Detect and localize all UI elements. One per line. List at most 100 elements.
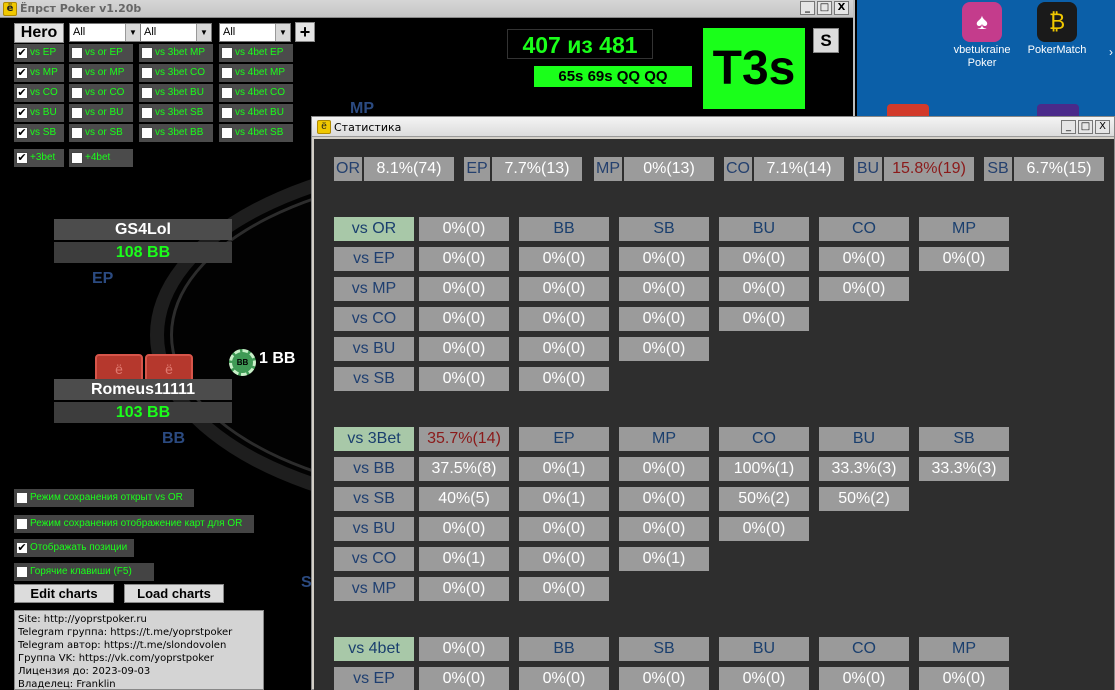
- taskbar-app-icon[interactable]: [1037, 104, 1079, 116]
- vs_3bet-cell: 0%(0): [419, 577, 509, 601]
- checkbox[interactable]: [16, 492, 28, 504]
- filter-vs-mp[interactable]: ✔ vs MP: [14, 64, 64, 82]
- checkbox[interactable]: [71, 87, 83, 99]
- vs_or-cell: 0%(0): [519, 337, 609, 361]
- filter-vs-or-mp[interactable]: vs or MP: [69, 64, 133, 82]
- chevron-down-icon: ▼: [275, 24, 290, 41]
- edit-charts-button[interactable]: Edit charts: [14, 584, 114, 603]
- filter-vs-or-ep[interactable]: vs or EP: [69, 44, 133, 62]
- close-button[interactable]: X: [834, 1, 849, 15]
- vs_3bet-header: CO: [719, 427, 809, 451]
- checkbox[interactable]: [71, 67, 83, 79]
- checkbox[interactable]: [141, 127, 153, 139]
- vs_or-cell: 0%(0): [619, 337, 709, 361]
- maximize-button[interactable]: □: [1078, 120, 1093, 134]
- stats-titlebar[interactable]: ё Статистика _ □ X: [312, 117, 1114, 137]
- close-button[interactable]: X: [1095, 120, 1110, 134]
- filter-vs-3bet-bu[interactable]: vs 3bet BU: [139, 84, 213, 102]
- load-charts-button[interactable]: Load charts: [124, 584, 224, 603]
- vs_3bet-cell: 0%(1): [519, 487, 609, 511]
- checkbox-checked[interactable]: ✔: [16, 127, 28, 139]
- checkbox[interactable]: [221, 47, 233, 59]
- checkbox-checked[interactable]: ✔: [16, 152, 28, 164]
- filter-vs-4bet-mp[interactable]: vs 4bet MP: [219, 64, 293, 82]
- checkbox[interactable]: [221, 67, 233, 79]
- vs_4bet-cell: 0%(0): [619, 667, 709, 690]
- checkbox[interactable]: [141, 87, 153, 99]
- vs_or-cell: 0%(0): [919, 247, 1009, 271]
- checkbox[interactable]: [221, 127, 233, 139]
- info-line: Telegram группа: https://t.me/yoprstpoke…: [18, 627, 233, 638]
- or-value: 0%(13): [624, 157, 714, 181]
- checkbox[interactable]: [141, 47, 153, 59]
- checkbox[interactable]: [71, 107, 83, 119]
- filter-vs-or-co[interactable]: vs or CO: [69, 84, 133, 102]
- filter-vs-3bet-co[interactable]: vs 3bet CO: [139, 64, 213, 82]
- filter-vs-or-bu[interactable]: vs or BU: [69, 104, 133, 122]
- add-button[interactable]: +: [295, 22, 315, 42]
- vs_or-cell: 0%(0): [719, 277, 809, 301]
- filter-plus-4bet[interactable]: +4bet: [69, 149, 133, 167]
- filter-vs-or-sb[interactable]: vs or SB: [69, 124, 133, 142]
- filter-vs-3bet-bb[interactable]: vs 3bet BB: [139, 124, 213, 142]
- maximize-button[interactable]: □: [817, 1, 832, 15]
- checkbox[interactable]: [71, 152, 83, 164]
- checkbox[interactable]: [16, 518, 28, 530]
- vs_3bet-row-label: vs SB: [334, 487, 414, 511]
- option-save-mode-or[interactable]: Режим сохранения открыт vs OR: [14, 489, 194, 507]
- option-save-mode-cards[interactable]: Режим сохранения отображение карт для OR: [14, 515, 254, 533]
- filter-select-3[interactable]: All ▼: [219, 23, 291, 42]
- filter-vs-4bet-bu[interactable]: vs 4bet BU: [219, 104, 293, 122]
- statistics-window: ё Статистика _ □ X OR 8.1%(74) EP 7.7%(13) M…: [311, 116, 1115, 690]
- checkbox-checked[interactable]: ✔: [16, 87, 28, 99]
- desktop-shortcut-pokermatch[interactable]: ₿ PokerMatch: [1022, 2, 1092, 57]
- filter-vs-4bet-sb[interactable]: vs 4bet SB: [219, 124, 293, 142]
- vs_or-cell: 0%(0): [519, 247, 609, 271]
- info-line: Site: http://yoprstpoker.ru: [18, 614, 147, 625]
- filter-vs-co[interactable]: ✔ vs CO: [14, 84, 64, 102]
- minimize-button[interactable]: _: [1061, 120, 1076, 134]
- checkbox[interactable]: [71, 127, 83, 139]
- checkbox[interactable]: [221, 107, 233, 119]
- vs_3bet-header: MP: [619, 427, 709, 451]
- checkbox[interactable]: [16, 566, 28, 578]
- main-titlebar[interactable]: ё Ёпрст Poker v1.20b _ □ X: [0, 0, 853, 18]
- filter-vs-bu[interactable]: ✔ vs BU: [14, 104, 64, 122]
- scroll-right-icon[interactable]: ›: [1109, 45, 1113, 59]
- desktop-shortcut-vbet[interactable]: ♠ vbetukraine Poker: [947, 2, 1017, 70]
- filter-plus-3bet[interactable]: ✔ +3bet: [14, 149, 64, 167]
- shortcut-label: vbetukraine Poker: [953, 44, 1011, 69]
- checkbox-checked[interactable]: ✔: [16, 542, 28, 554]
- vs_or-total: 0%(0): [419, 217, 509, 241]
- checkbox[interactable]: [141, 107, 153, 119]
- taskbar-app-icon[interactable]: [887, 104, 929, 116]
- vs_4bet-label: vs 4bet: [334, 637, 414, 661]
- checkbox-checked[interactable]: ✔: [16, 107, 28, 119]
- checkbox[interactable]: [221, 87, 233, 99]
- filter-select-2[interactable]: All ▼: [140, 23, 212, 42]
- vs_or-cell: 0%(0): [419, 247, 509, 271]
- hero-button[interactable]: Hero: [14, 23, 64, 43]
- chip-icon: BB: [229, 349, 256, 376]
- vs_3bet-cell: 50%(2): [719, 487, 809, 511]
- filter-vs-3bet-mp[interactable]: vs 3bet MP: [139, 44, 213, 62]
- checkbox-checked[interactable]: ✔: [16, 67, 28, 79]
- option-hotkeys[interactable]: Горячие клавиши (F5): [14, 563, 154, 581]
- filter-label: vs 3bet BB: [155, 127, 204, 138]
- filter-vs-3bet-sb[interactable]: vs 3bet SB: [139, 104, 213, 122]
- filter-label: vs 4bet BU: [235, 107, 284, 118]
- s-button[interactable]: S: [813, 28, 839, 53]
- filter-label: vs 3bet MP: [155, 47, 206, 58]
- filter-select-1[interactable]: All ▼: [69, 23, 141, 42]
- minimize-button[interactable]: _: [800, 1, 815, 15]
- filter-vs-4bet-ep[interactable]: vs 4bet EP: [219, 44, 293, 62]
- vs_or-row-label: vs EP: [334, 247, 414, 271]
- filter-vs-sb[interactable]: ✔ vs SB: [14, 124, 64, 142]
- option-show-positions[interactable]: ✔ Отображать позиции: [14, 539, 134, 557]
- filter-label: vs 3bet BU: [155, 87, 204, 98]
- filter-vs-4bet-co[interactable]: vs 4bet CO: [219, 84, 293, 102]
- checkbox-checked[interactable]: ✔: [16, 47, 28, 59]
- filter-vs-ep[interactable]: ✔ vs EP: [14, 44, 64, 62]
- checkbox[interactable]: [71, 47, 83, 59]
- checkbox[interactable]: [141, 67, 153, 79]
